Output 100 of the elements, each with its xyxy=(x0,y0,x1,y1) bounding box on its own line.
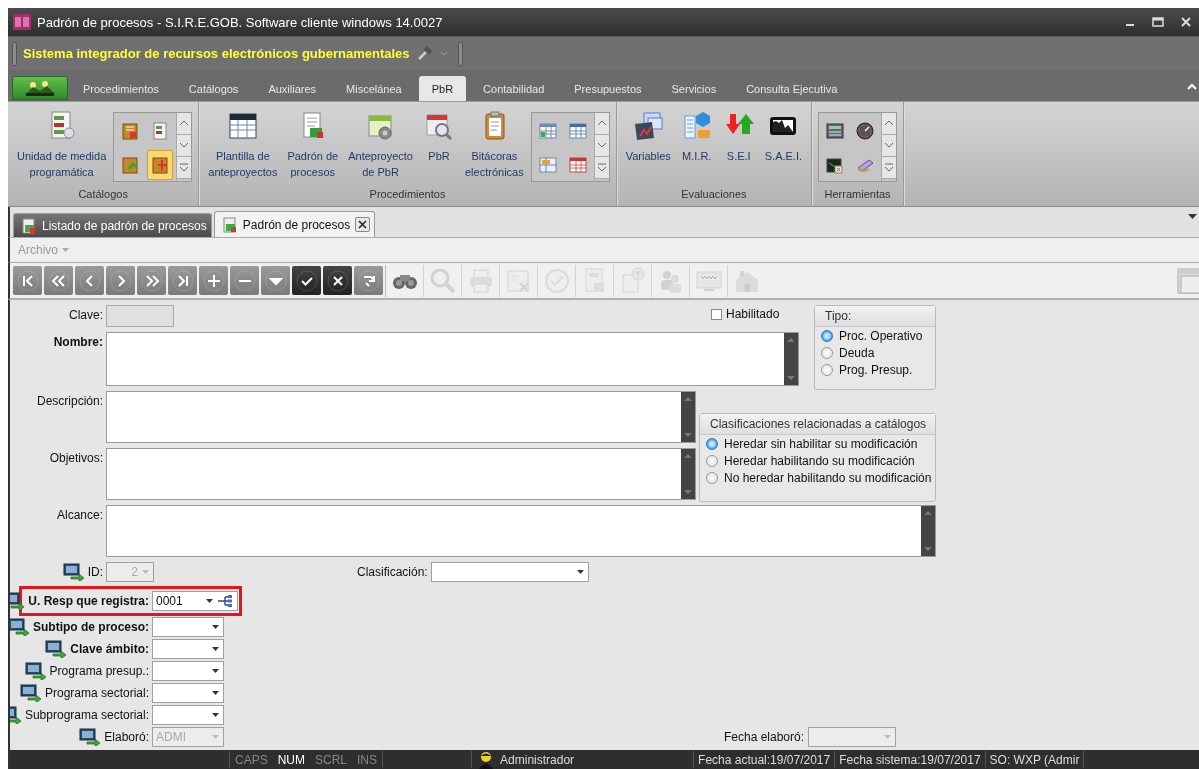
radio-label: Deuda xyxy=(839,346,875,360)
document-tab[interactable]: Padrón de procesos xyxy=(213,211,376,237)
group-label: Procedimientos xyxy=(368,187,447,202)
field-label: Elaboró: xyxy=(104,730,149,744)
ribbon-tab[interactable]: Contabilidad xyxy=(468,76,560,101)
radio-label: No heredar habilitando su modificación xyxy=(724,471,932,485)
radio-button[interactable] xyxy=(706,455,718,467)
close-icon xyxy=(358,220,368,229)
field-label: U. Resp que registra: xyxy=(28,594,149,608)
toolbar-button[interactable] xyxy=(323,266,352,295)
document-icon xyxy=(221,216,238,233)
ribbon-tab[interactable]: Presupuestos xyxy=(559,76,657,101)
radio-button[interactable] xyxy=(706,472,718,484)
gallery-scroll-button[interactable] xyxy=(882,135,897,157)
group-label: Evaluaciones xyxy=(680,187,748,202)
descripcion-field[interactable] xyxy=(106,391,696,443)
ribbon-button[interactable]: Padrón de procesos xyxy=(284,110,342,180)
dropdown-icon xyxy=(263,268,288,293)
field-label: Clasificación: xyxy=(357,565,428,579)
gallery-scroll-button[interactable] xyxy=(882,113,897,135)
field-label: Subtipo de proceso: xyxy=(33,620,149,634)
field-label: Descripción: xyxy=(36,393,104,410)
radio-button[interactable] xyxy=(821,347,833,359)
ribbon-tab[interactable]: Miscelánea xyxy=(331,76,417,101)
group-title: Tipo: xyxy=(815,306,935,327)
key-indicator: INS xyxy=(356,752,379,767)
monitor-arrow-icon xyxy=(24,662,47,680)
table-icon xyxy=(537,155,558,175)
book-chart-icon xyxy=(632,110,665,142)
ribbon-button[interactable]: Bitácoras electrónicas xyxy=(462,110,527,180)
radio-label: Prog. Presup. xyxy=(839,363,913,377)
combo-value: ADMI xyxy=(156,730,186,744)
objetivos-field[interactable] xyxy=(106,448,696,500)
logo-tab[interactable] xyxy=(12,76,68,100)
combo-box[interactable] xyxy=(152,639,224,659)
clave-field[interactable] xyxy=(106,305,174,327)
nombre-field[interactable] xyxy=(106,332,799,386)
radio-button[interactable] xyxy=(821,330,833,342)
monitor-arrow-icon xyxy=(10,618,30,636)
ribbon-tab[interactable]: Procedimientos xyxy=(68,76,174,101)
ribbon-button[interactable]: Anteproyecto de PbR xyxy=(345,110,416,180)
combo-box[interactable]: 0001 xyxy=(152,591,238,611)
scroll-down-icon xyxy=(684,490,692,495)
ribbon-button[interactable]: Plantilla de anteproyectos xyxy=(205,110,281,180)
gallery-scroll-button[interactable] xyxy=(177,113,192,135)
ribbon-tab[interactable]: Catálogos xyxy=(173,76,254,101)
group-title: Clasificaciones relacionadas a catálogos xyxy=(700,414,935,435)
combo-box[interactable] xyxy=(152,705,224,725)
combo-value: 2 xyxy=(131,565,138,579)
ribbon-button[interactable]: Unidad de medida programática xyxy=(14,110,110,180)
ribbon-button[interactable]: S.E.I xyxy=(719,110,758,164)
book-icon xyxy=(150,155,171,175)
radio-label: Heredar sin habilitar su modificación xyxy=(724,437,918,451)
alcance-field[interactable] xyxy=(106,505,936,557)
gallery-scroll-button[interactable] xyxy=(594,113,609,135)
ribbon-button[interactable]: S.A.E.I. xyxy=(761,110,806,164)
combo-box[interactable] xyxy=(430,562,589,582)
ribbon-button[interactable]: Variables xyxy=(622,110,674,164)
redo-icon xyxy=(356,268,381,293)
toolbar-button[interactable] xyxy=(292,266,321,295)
gallery-scroll-button[interactable] xyxy=(177,157,192,179)
radio-button[interactable] xyxy=(821,364,833,376)
first-icon xyxy=(15,268,40,293)
os-info: SO: WXP (Admir xyxy=(988,752,1081,767)
gallery-scroll-button[interactable] xyxy=(882,157,897,179)
ribbon-tab[interactable]: Servicios xyxy=(656,76,732,101)
combo-box[interactable] xyxy=(152,661,224,681)
document-tab[interactable]: Listado de padrón de procesos xyxy=(13,213,212,237)
field-label: Programa presup.: xyxy=(49,664,149,678)
combo-box[interactable] xyxy=(152,617,224,637)
maximize-icon[interactable] xyxy=(1151,15,1165,29)
tab-label: Padrón de procesos xyxy=(242,217,351,232)
gallery-scroll-button[interactable] xyxy=(594,135,609,157)
combo-box[interactable] xyxy=(152,683,224,703)
close-tab-button[interactable] xyxy=(355,217,371,232)
ribbon-button[interactable]: M.I.R. xyxy=(677,110,716,164)
ribbon-button[interactable]: PbR xyxy=(420,110,458,164)
group-label: Catálogos xyxy=(77,187,129,202)
gallery-scroll-button[interactable] xyxy=(177,135,192,157)
radio-button[interactable] xyxy=(706,438,718,450)
field-label: ID: xyxy=(87,565,103,579)
collapse-icon[interactable] xyxy=(1187,83,1197,91)
scroll-up-icon xyxy=(684,453,692,458)
ribbon-tab[interactable]: Auxiliares xyxy=(253,76,332,101)
ribbon-tab[interactable]: Consulta Ejecutiva xyxy=(731,76,853,101)
table-window-icon xyxy=(226,110,259,142)
tree-icon[interactable] xyxy=(217,595,233,607)
document-icon xyxy=(21,217,37,234)
grip-handle[interactable] xyxy=(457,41,463,66)
radio-label: Proc. Operativo xyxy=(839,329,923,343)
dropdown-icon[interactable] xyxy=(1188,214,1197,220)
gauge-icon xyxy=(855,121,876,141)
key-indicator: NUM xyxy=(276,752,306,767)
gallery-scroll-button[interactable] xyxy=(594,157,609,179)
close-icon[interactable] xyxy=(1179,15,1193,29)
checkbox-label: Habilitado xyxy=(726,307,780,321)
checkbox[interactable] xyxy=(711,308,722,320)
grip-handle[interactable] xyxy=(12,41,17,66)
book-icon xyxy=(120,155,141,175)
ribbon-tab[interactable]: PbR xyxy=(418,76,467,101)
